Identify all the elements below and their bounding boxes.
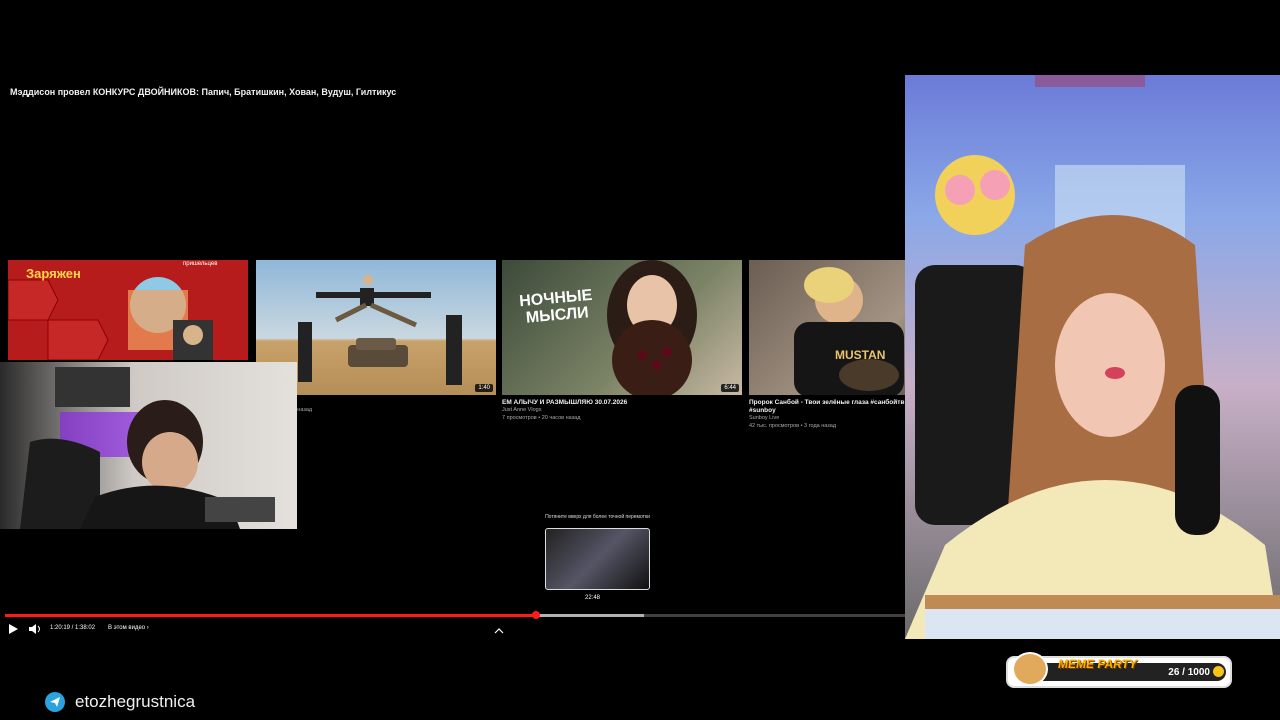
play-icon: [9, 624, 18, 634]
telegram-icon: [45, 692, 65, 712]
seek-hint: Потяните вверх для более точной перемотк…: [545, 514, 650, 520]
time-display: 1:20:19 / 1:38:02: [50, 625, 96, 631]
recommendation-card[interactable]: MUSTAN Пророк Санбой - Твои зелёные глаз…: [749, 260, 905, 430]
video-thumbnail[interactable]: НОЧНЫЕ МЫСЛИ 6:44: [502, 260, 742, 395]
telegram-handle-text: etozhegrustnica: [75, 692, 196, 711]
meme-party-label: MEME PARTY: [1058, 657, 1137, 671]
card-meta: 42 тыс. просмотров • 3 года назад: [749, 422, 837, 429]
recommendation-card[interactable]: Заряжен пришельцев: [8, 260, 248, 360]
streamer-facecam-main: [905, 75, 1280, 639]
seek-preview-time: 22:48: [585, 595, 601, 601]
coin-icon: [1213, 666, 1224, 677]
card-title[interactable]: Пророк Санбой - Твои зелёные глаза #санб…: [749, 399, 905, 415]
doge-icon: [1012, 652, 1048, 686]
chapter-button[interactable]: В этом видео ›: [108, 625, 149, 631]
recommendation-card[interactable]: НОЧНЫЕ МЫСЛИ 6:44 ЕМ АЛЫЧУ И РАЗМЫШЛЯЮ 3…: [502, 260, 742, 422]
card-meta: 7 просмотров • 20 часов назад: [502, 414, 581, 421]
streamer-facecam: [0, 362, 297, 529]
volume-icon: [29, 624, 40, 634]
card-channel[interactable]: Just Anne Vlogs: [502, 407, 742, 415]
seek-preview-thumbnail: [545, 528, 650, 590]
video-thumbnail[interactable]: MUSTAN: [749, 260, 905, 395]
play-button[interactable]: [7, 622, 19, 640]
video-duration: 6:44: [721, 384, 739, 392]
video-duration: 1:40: [475, 384, 493, 392]
telegram-handle: etozhegrustnica: [45, 692, 195, 712]
card-channel[interactable]: Sunboy Live: [749, 415, 905, 423]
thumbnail-corner-text: пришельцев: [183, 261, 218, 267]
video-thumbnail[interactable]: Заряжен пришельцев: [8, 260, 248, 360]
thumbnail-text: MUSTAN: [835, 348, 886, 362]
progress-scrubber[interactable]: [532, 611, 540, 619]
chevron-up-icon: [494, 628, 504, 634]
expand-button[interactable]: [494, 622, 504, 640]
thumbnail-text: НОЧНЫЕ МЫСЛИ: [518, 286, 594, 327]
meme-party-widget: MEME PARTY 26 / 1000: [1006, 652, 1232, 688]
volume-button[interactable]: [28, 622, 42, 640]
thumbnail-text: Заряжен: [26, 266, 81, 281]
meme-party-count: 26 / 1000: [1168, 667, 1210, 678]
meme-progress-bar: MEME PARTY 26 / 1000: [1030, 657, 1226, 681]
video-title: Мэддисон провел КОНКУРС ДВОЙНИКОВ: Папич…: [10, 87, 397, 97]
progress-played: [5, 614, 536, 617]
card-title[interactable]: ЕМ АЛЫЧУ И РАЗМЫШЛЯЮ 30.07.2026: [502, 399, 742, 407]
